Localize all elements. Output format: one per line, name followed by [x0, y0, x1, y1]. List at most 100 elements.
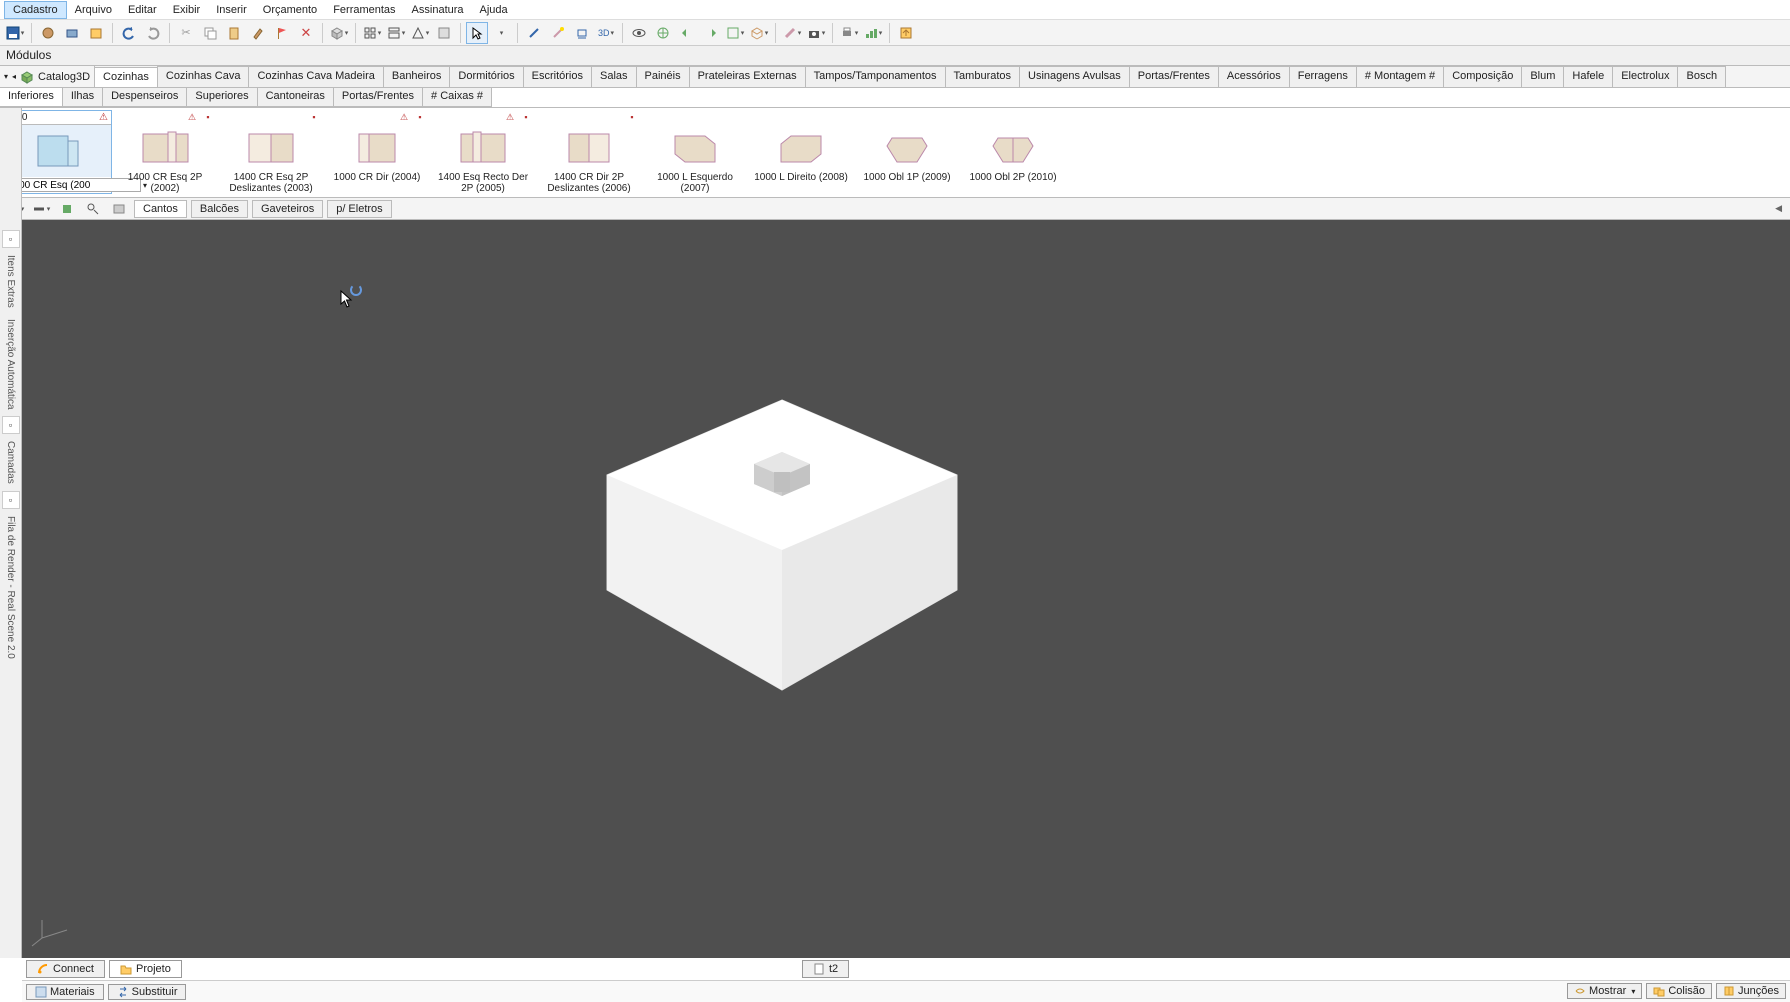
tab-hafele[interactable]: Hafele	[1563, 66, 1613, 87]
box-dropdown[interactable]	[328, 22, 350, 44]
tab-blum[interactable]: Blum	[1521, 66, 1564, 87]
nav-icon-3[interactable]	[700, 22, 722, 44]
filter-tab-eletros[interactable]: p/ Eletros	[327, 200, 391, 218]
tab-banheiros[interactable]: Banheiros	[383, 66, 451, 87]
side-label-render[interactable]: Fila de Render - Real Scene 2.0	[5, 516, 16, 659]
side-label-insercao[interactable]: Inserção Automática	[5, 319, 16, 410]
bottom-tab-connect[interactable]: Connect	[26, 960, 105, 978]
tab-portas-frentes[interactable]: Portas/Frentes	[1129, 66, 1219, 87]
copy-button[interactable]	[199, 22, 221, 44]
select-dropdown[interactable]	[490, 22, 512, 44]
gallery-item[interactable]: 1000 Obl 2P (2010)	[960, 110, 1066, 185]
tab-cozinhas[interactable]: Cozinhas	[95, 67, 158, 87]
3d-dropdown[interactable]: 3D	[595, 22, 617, 44]
cube-dropdown[interactable]	[748, 22, 770, 44]
cut-button[interactable]: ✂	[175, 22, 197, 44]
view-dropdown[interactable]	[724, 22, 746, 44]
subtab-superiores[interactable]: Superiores	[186, 88, 257, 107]
filter-tab-gaveteiros[interactable]: Gaveteiros	[252, 200, 323, 218]
tab-escritorios[interactable]: Escritórios	[523, 66, 592, 87]
gallery-item[interactable]: ▪ 1400 CR Esq 2P Deslizantes (2003)	[218, 110, 324, 196]
tab-bosch[interactable]: Bosch	[1677, 66, 1726, 87]
measure-dropdown[interactable]	[781, 22, 803, 44]
gallery-item[interactable]: ⚠▪ 1400 CR Esq 2P (2002)	[112, 110, 218, 196]
tab-acessorios[interactable]: Acessórios	[1218, 66, 1290, 87]
tool-icon-1[interactable]	[37, 22, 59, 44]
eye-icon[interactable]	[628, 22, 650, 44]
subtab-portas-frentes[interactable]: Portas/Frentes	[333, 88, 423, 107]
filter-icon-5[interactable]	[108, 198, 130, 220]
nav-icon-1[interactable]	[652, 22, 674, 44]
bottom-tab-projeto[interactable]: Projeto	[109, 960, 182, 978]
subtab-cantoneiras[interactable]: Cantoneiras	[257, 88, 334, 107]
tool-icon-2[interactable]	[61, 22, 83, 44]
delete-button[interactable]: ✕	[295, 22, 317, 44]
catalog-selector[interactable]: ▾ ◂ Catalog3D	[0, 66, 95, 87]
tab-cozinhas-cava[interactable]: Cozinhas Cava	[157, 66, 250, 87]
flag-icon[interactable]	[271, 22, 293, 44]
redo-button[interactable]	[142, 22, 164, 44]
paste-button[interactable]	[223, 22, 245, 44]
filter-tab-balcoes[interactable]: Balcões	[191, 200, 248, 218]
undo-button[interactable]	[118, 22, 140, 44]
menu-ferramentas[interactable]: Ferramentas	[325, 2, 403, 18]
status-colisao[interactable]: Colisão	[1646, 983, 1712, 999]
print-dropdown[interactable]	[838, 22, 860, 44]
side-label-itens[interactable]: Itens Extras	[5, 255, 16, 308]
tab-montagem[interactable]: # Montagem #	[1356, 66, 1444, 87]
menu-assinatura[interactable]: Assinatura	[404, 2, 472, 18]
gallery-item[interactable]: ▪ 1400 CR Dir 2P Deslizantes (2006)	[536, 110, 642, 196]
tool-icon-3[interactable]	[85, 22, 107, 44]
tab-paineis[interactable]: Painéis	[636, 66, 690, 87]
menu-inserir[interactable]: Inserir	[208, 2, 255, 18]
brush-icon[interactable]	[247, 22, 269, 44]
shape-dropdown[interactable]	[409, 22, 431, 44]
gallery-item[interactable]: 1000 Obl 1P (2009)	[854, 110, 960, 185]
gallery-item[interactable]: ⚠▪ 1400 Esq Recto Der 2P (2005)	[430, 110, 536, 196]
tab-usinagens[interactable]: Usinagens Avulsas	[1019, 66, 1130, 87]
subtab-despenseiros[interactable]: Despenseiros	[102, 88, 187, 107]
side-btn-1[interactable]: ▫	[2, 230, 20, 248]
gallery-item[interactable]: ⚠▪ 1000 CR Dir (2004)	[324, 110, 430, 185]
subtab-inferiores[interactable]: Inferiores	[0, 88, 63, 107]
camera-dropdown[interactable]	[805, 22, 827, 44]
subtab-ilhas[interactable]: Ilhas	[62, 88, 103, 107]
tab-salas[interactable]: Salas	[591, 66, 637, 87]
side-btn-3[interactable]: ▫	[2, 491, 20, 509]
filter-icon-4[interactable]	[82, 198, 104, 220]
line-tool[interactable]	[523, 22, 545, 44]
filter-icon-3[interactable]	[56, 198, 78, 220]
filter-icon-2[interactable]	[30, 198, 52, 220]
bottom-tab-materiais[interactable]: Materiais	[26, 984, 104, 1000]
layout-dropdown[interactable]	[385, 22, 407, 44]
tab-tampos[interactable]: Tampos/Tamponamentos	[805, 66, 946, 87]
subtab-caixas[interactable]: # Caixas #	[422, 88, 492, 107]
status-mostrar[interactable]: Mostrar	[1567, 983, 1642, 999]
side-label-camadas[interactable]: Camadas	[5, 441, 16, 484]
tab-tamburatos[interactable]: Tamburatos	[945, 66, 1020, 87]
tab-electrolux[interactable]: Electrolux	[1612, 66, 1678, 87]
menu-orcamento[interactable]: Orçamento	[255, 2, 325, 18]
dimension-icon[interactable]	[571, 22, 593, 44]
status-juncoes[interactable]: Junções	[1716, 983, 1786, 999]
viewport-3d[interactable]	[22, 220, 1790, 958]
menu-ajuda[interactable]: Ajuda	[472, 2, 516, 18]
bottom-tab-substituir[interactable]: Substituir	[108, 984, 187, 1000]
grid-dropdown[interactable]	[361, 22, 383, 44]
gallery-item[interactable]: 1000 L Direito (2008)	[748, 110, 854, 185]
menu-cadastro[interactable]: Cadastro	[4, 1, 67, 19]
menu-arquivo[interactable]: Arquivo	[67, 2, 120, 18]
menu-exibir[interactable]: Exibir	[165, 2, 209, 18]
nav-icon-2[interactable]	[676, 22, 698, 44]
side-btn-2[interactable]: ▫	[2, 416, 20, 434]
save-button[interactable]	[4, 22, 26, 44]
panel-icon[interactable]	[433, 22, 455, 44]
export-icon[interactable]	[895, 22, 917, 44]
tab-ferragens[interactable]: Ferragens	[1289, 66, 1357, 87]
gallery-item[interactable]: 1000 L Esquerdo (2007)	[642, 110, 748, 196]
tab-dormitorios[interactable]: Dormitórios	[449, 66, 523, 87]
bottom-tab-t2[interactable]: t2	[802, 960, 849, 978]
menu-editar[interactable]: Editar	[120, 2, 165, 18]
tab-cozinhas-cava-madeira[interactable]: Cozinhas Cava Madeira	[248, 66, 383, 87]
chart-dropdown[interactable]	[862, 22, 884, 44]
